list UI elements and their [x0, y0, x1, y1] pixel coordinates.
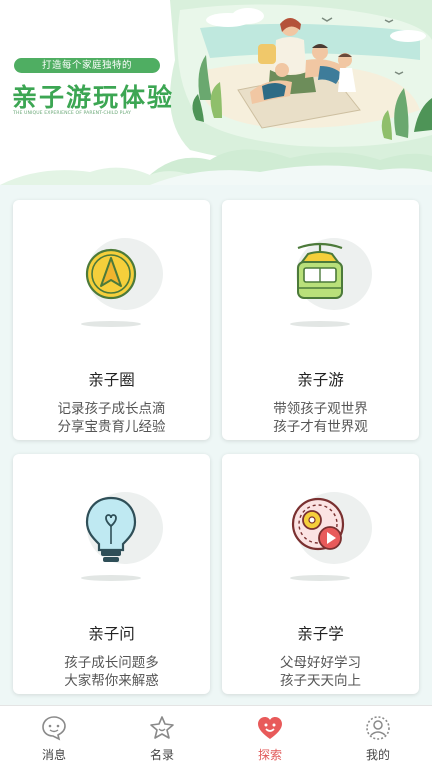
lightbulb-icon	[81, 492, 163, 581]
card-title: 亲子学	[297, 626, 344, 643]
card-description: 带领孩子观世界 孩子才有世界观	[222, 400, 419, 436]
banner-subtitle: THE UNIQUE EXPERIENCE OF PARENT-CHILD PL…	[13, 111, 132, 116]
header-banner: 打造每个家庭独特的 亲子游玩体验 THE UNIQUE EXPERIENCE O…	[0, 0, 432, 185]
tab-label: 名录	[149, 748, 174, 762]
card-desc-line2: 孩子天天向上	[280, 673, 361, 688]
card-parent-child-ask[interactable]: 亲子问 孩子成长问题多 大家帮你来解惑	[13, 454, 210, 694]
card-desc-line1: 孩子成长问题多	[64, 655, 159, 670]
bottom-tab-bar: 消息 名录 探索 我的	[0, 705, 432, 767]
profile-icon	[366, 716, 390, 740]
card-desc-line2: 大家帮你来解惑	[64, 673, 159, 688]
card-desc-line1: 记录孩子成长点滴	[57, 401, 166, 416]
card-title: 亲子问	[88, 626, 135, 643]
compass-icon	[81, 238, 163, 327]
card-desc-line1: 父母好好学习	[280, 655, 361, 670]
cable-car-icon	[290, 238, 372, 327]
card-description: 记录孩子成长点滴 分享宝贵育儿经验	[13, 400, 210, 436]
heart-face-icon	[258, 717, 282, 739]
chat-icon	[42, 716, 66, 741]
card-title: 亲子圈	[88, 372, 135, 389]
gear-play-icon	[290, 492, 372, 581]
tab-messages[interactable]: 消息	[0, 706, 108, 767]
card-desc-line2: 分享宝贵育儿经验	[57, 419, 166, 434]
tab-label: 探索	[257, 748, 282, 762]
tab-profile[interactable]: 我的	[324, 706, 432, 767]
card-title: 亲子游	[297, 372, 344, 389]
card-desc-line1: 带领孩子观世界	[273, 401, 368, 416]
card-parent-child-travel[interactable]: 亲子游 带领孩子观世界 孩子才有世界观	[222, 200, 419, 440]
banner-title: 亲子游玩体验	[12, 83, 175, 112]
tab-label: 消息	[41, 748, 66, 762]
star-icon	[150, 716, 174, 739]
card-description: 父母好好学习 孩子天天向上	[222, 654, 419, 690]
card-desc-line2: 孩子才有世界观	[273, 419, 368, 434]
card-parent-child-learn[interactable]: 亲子学 父母好好学习 孩子天天向上	[222, 454, 419, 694]
card-description: 孩子成长问题多 大家帮你来解惑	[13, 654, 210, 690]
card-parent-child-circle[interactable]: 亲子圈 记录孩子成长点滴 分享宝贵育儿经验	[13, 200, 210, 440]
tab-label: 我的	[365, 748, 390, 762]
tab-explore[interactable]: 探索	[216, 706, 324, 767]
tab-directory[interactable]: 名录	[108, 706, 216, 767]
banner-tagline: 打造每个家庭独特的	[14, 58, 160, 73]
